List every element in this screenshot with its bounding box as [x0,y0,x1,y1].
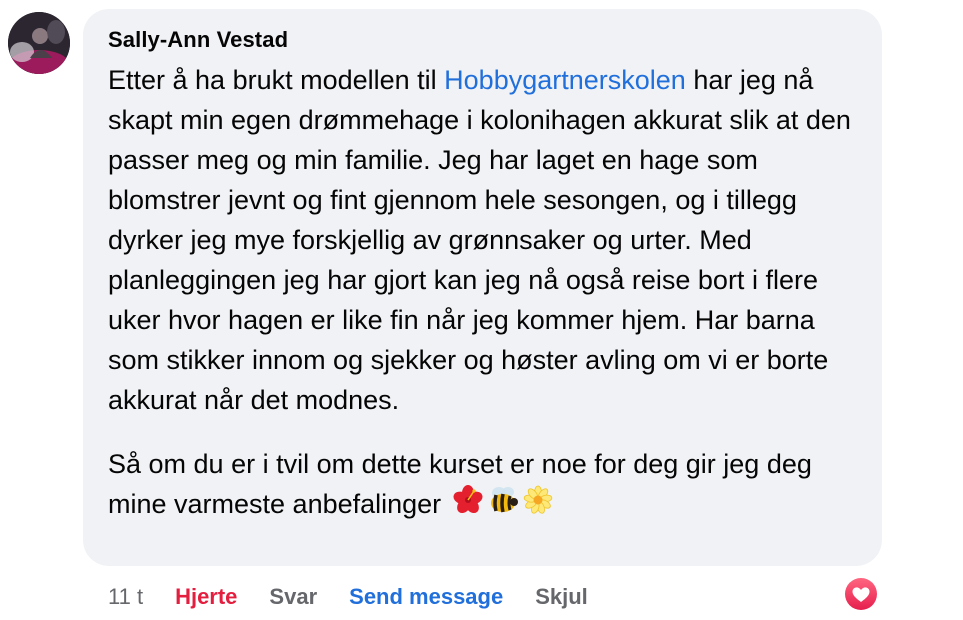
comment-paragraph-2: Så om du er i tvil om dette kurset er no… [108,444,868,526]
comment-timestamp[interactable]: 11 t [108,584,143,610]
hibiscus-icon [453,485,483,526]
heart-reaction-icon [845,578,877,610]
comment-author[interactable]: Sally-Ann Vestad [108,27,288,53]
reaction-badge[interactable] [842,575,880,613]
hide-button[interactable]: Skjul [535,584,588,610]
paragraph-1-text-after: har jeg nå skapt min egen drømmehage i k… [108,65,851,415]
reply-button[interactable]: Svar [269,584,317,610]
comment-paragraph-1: Etter å ha brukt modellen til Hobbygartn… [108,60,868,420]
comment-actions: 11 t Hjerte Svar Send message Skjul [108,582,620,612]
daisy-icon [523,485,553,526]
avatar[interactable] [8,12,70,74]
comment-body: Etter å ha brukt modellen til Hobbygartn… [108,60,868,526]
send-message-button[interactable]: Send message [349,584,503,610]
bee-icon [487,485,519,526]
heart-reaction-button[interactable]: Hjerte [175,584,237,610]
paragraph-1-text-before: Etter å ha brukt modellen til [108,65,445,95]
hobbygartnerskolen-link[interactable]: Hobbygartnerskolen [444,65,686,95]
